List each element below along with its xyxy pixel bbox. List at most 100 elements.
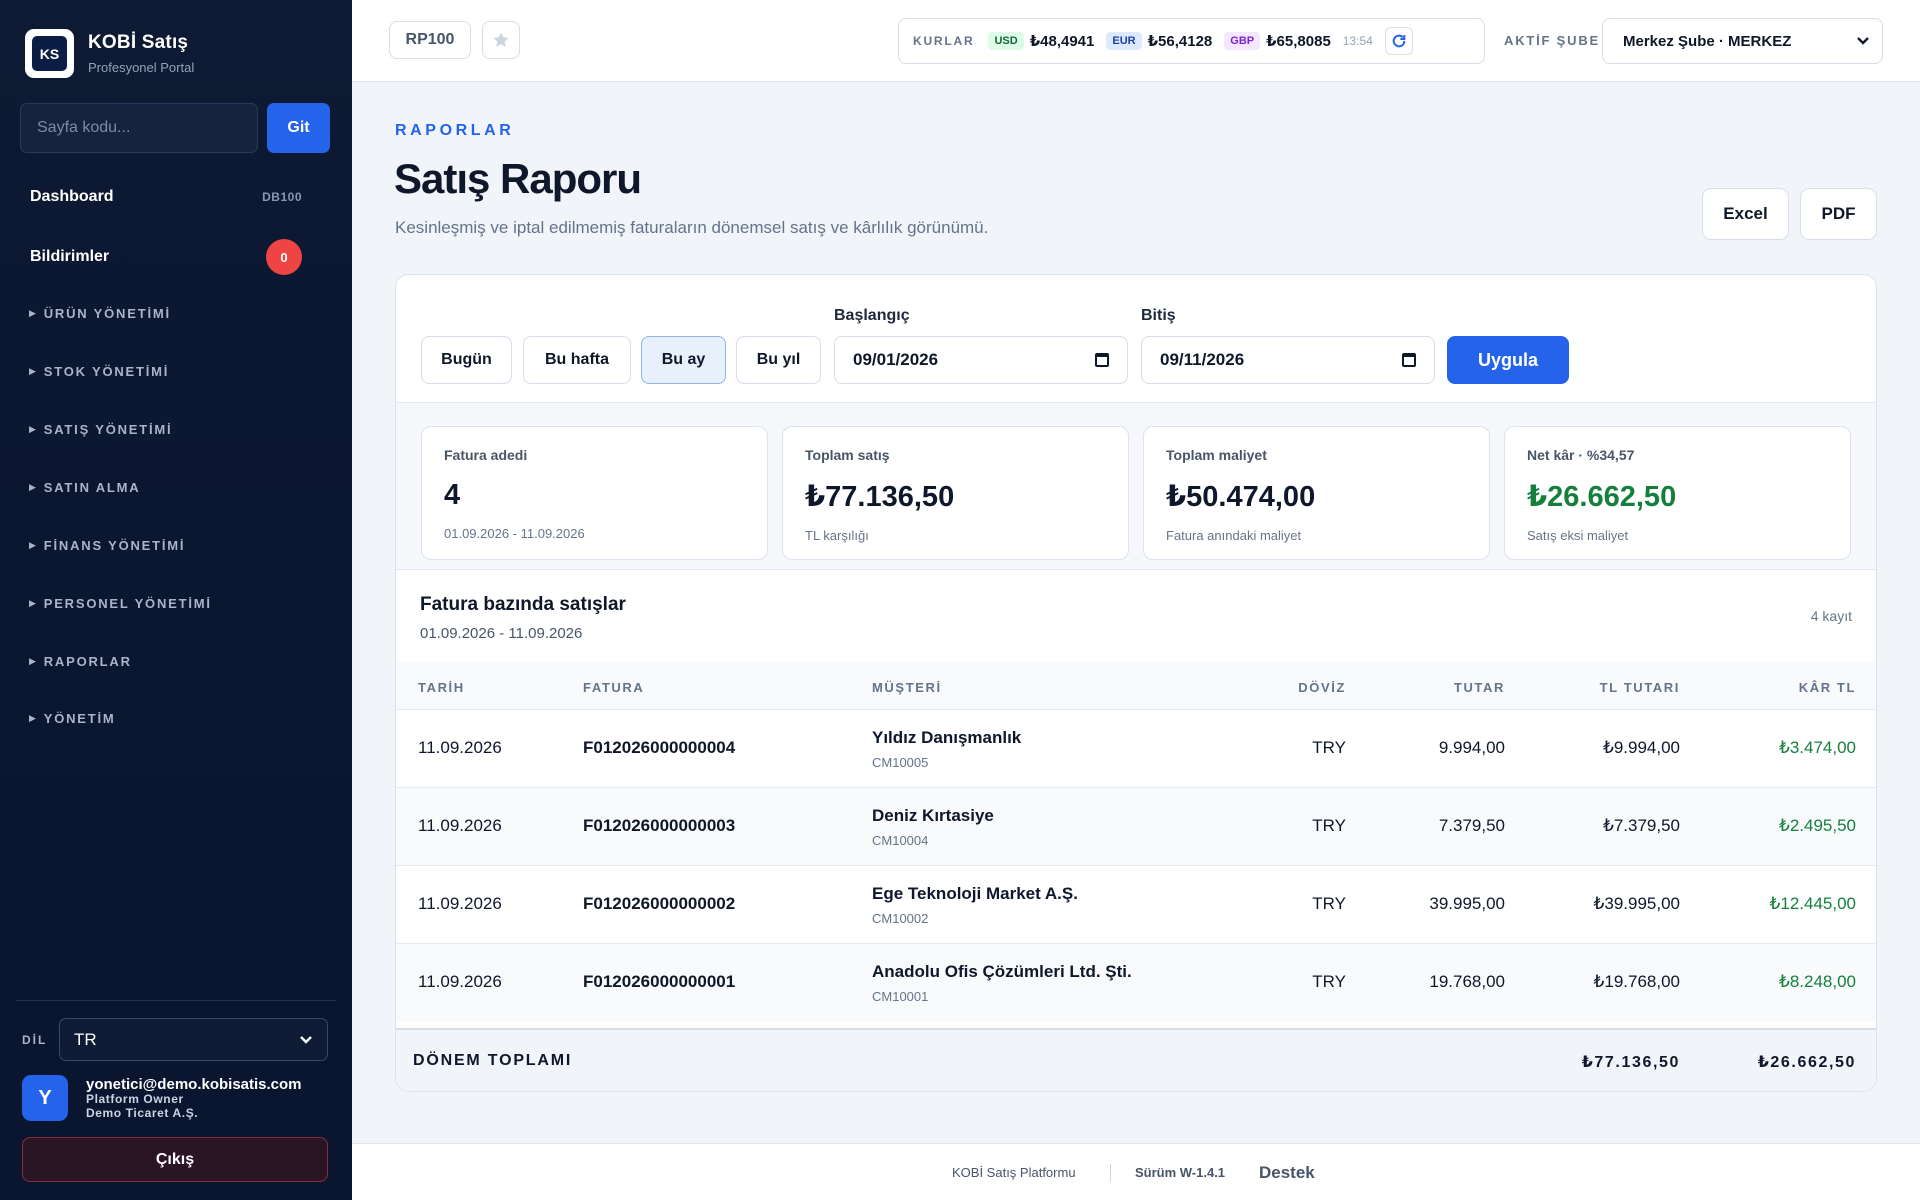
- sidebar: KS KOBİ Satış Profesyonel Portal Git Das…: [0, 0, 352, 1200]
- calendar-icon[interactable]: [1095, 353, 1109, 367]
- cell-currency: TRY: [1312, 894, 1346, 913]
- filter-year-button[interactable]: Bu yıl: [736, 336, 821, 384]
- calendar-icon[interactable]: [1402, 353, 1416, 367]
- column-header-currency[interactable]: DÖVİZ: [1298, 680, 1346, 695]
- favorite-button[interactable]: [482, 21, 520, 59]
- rates-time: 13:54: [1342, 34, 1373, 48]
- usd-rate: ₺48,4941: [1029, 33, 1095, 50]
- language-select[interactable]: TR: [59, 1018, 328, 1061]
- column-header-invoice[interactable]: FATURA: [583, 680, 644, 695]
- end-date-label: Bitiş: [1141, 307, 1176, 324]
- end-date-input[interactable]: 09/11/2026: [1141, 336, 1435, 384]
- filter-today-button[interactable]: Bugün: [421, 336, 512, 384]
- cell-amount: 19.768,00: [1429, 972, 1505, 991]
- cell-customer-name: Anadolu Ofis Çözümleri Ltd. Şti.: [872, 962, 1132, 981]
- table-header-area: Fatura bazında satışlar 01.09.2026 - 11.…: [396, 570, 1876, 662]
- nav-group-satis[interactable]: ▶ SATIŞ YÖNETİMİ: [29, 422, 172, 437]
- start-date-input[interactable]: 09/01/2026: [834, 336, 1128, 384]
- nav-group-personel[interactable]: ▶ PERSONEL YÖNETİMİ: [29, 596, 212, 611]
- cell-invoice[interactable]: F012026000000004: [583, 738, 735, 758]
- cell-profit: ₺3.474,00: [1779, 738, 1856, 757]
- pdf-export-button[interactable]: PDF: [1800, 188, 1877, 240]
- cell-customer-code: CM10004: [872, 833, 929, 848]
- column-header-amount[interactable]: TUTAR: [1454, 680, 1505, 695]
- table-row[interactable]: 11.09.2026 F012026000000003 Deniz Kırtas…: [396, 788, 1876, 866]
- brand[interactable]: KS KOBİ Satış Profesyonel Portal: [25, 29, 194, 78]
- column-header-tl-amount[interactable]: TL TUTARI: [1600, 680, 1680, 695]
- chevron-down-icon: [300, 1035, 312, 1044]
- nav-group-urun[interactable]: ▶ ÜRÜN YÖNETİMİ: [29, 306, 171, 321]
- cell-tl-amount: ₺19.768,00: [1593, 972, 1680, 991]
- table-row[interactable]: 11.09.2026 F012026000000001 Anadolu Ofis…: [396, 944, 1876, 1022]
- language-label: DİL: [22, 1032, 48, 1047]
- eur-tag: EUR: [1106, 32, 1142, 50]
- filter-week-button[interactable]: Bu hafta: [523, 336, 631, 384]
- chevron-down-icon: [1857, 37, 1869, 45]
- cell-currency: TRY: [1312, 816, 1346, 835]
- brand-title: KOBİ Satış: [88, 32, 189, 53]
- period-total-tl: ₺77.136,50: [1581, 1054, 1680, 1071]
- report-card: Bugün Bu hafta Bu ay Bu yıl Başlangıç 09…: [395, 274, 1877, 1092]
- cell-invoice[interactable]: F012026000000001: [583, 972, 735, 992]
- cell-tl-amount: ₺39.995,00: [1593, 894, 1680, 913]
- cell-amount: 9.994,00: [1438, 738, 1505, 757]
- excel-export-button[interactable]: Excel: [1702, 188, 1789, 240]
- caret-right-icon: ▶: [29, 713, 38, 723]
- apply-button[interactable]: Uygula: [1447, 336, 1569, 384]
- cell-date: 11.09.2026: [418, 972, 502, 991]
- nav-group-satin-alma[interactable]: ▶ SATIN ALMA: [29, 480, 140, 495]
- refresh-rates-button[interactable]: [1384, 27, 1413, 55]
- caret-right-icon: ▶: [29, 308, 38, 318]
- refresh-icon: [1392, 34, 1406, 48]
- nav-group-raporlar[interactable]: ▶ RAPORLAR: [29, 654, 132, 669]
- exchange-rates: KURLAR USD ₺48,4941 EUR ₺56,4128 GBP ₺65…: [898, 18, 1485, 64]
- nav-group-label: FİNANS YÖNETİMİ: [43, 538, 186, 553]
- cell-customer-name: Ege Teknoloji Market A.Ş.: [872, 884, 1078, 903]
- filter-bar: Bugün Bu hafta Bu ay Bu yıl Başlangıç 09…: [396, 275, 1876, 403]
- kpi-total-sales: Toplam satış ₺77.136,50 TL karşılığı: [782, 426, 1129, 560]
- user-email: yonetici@demo.kobisatis.com: [86, 1075, 302, 1093]
- branch-select[interactable]: Merkez Şube · MERKEZ: [1602, 18, 1883, 64]
- footer-support-link[interactable]: Destek: [1259, 1163, 1315, 1183]
- nav-group-label: YÖNETİM: [43, 711, 116, 726]
- nav-group-yonetim[interactable]: ▶ YÖNETİM: [29, 711, 116, 726]
- logout-button[interactable]: Çıkış: [22, 1137, 328, 1182]
- section-eyebrow: RAPORLAR: [395, 122, 515, 139]
- cell-invoice[interactable]: F012026000000003: [583, 816, 735, 836]
- page-code-chip[interactable]: RP100: [389, 21, 471, 59]
- cell-amount: 39.995,00: [1429, 894, 1505, 913]
- caret-right-icon: ▶: [29, 482, 38, 492]
- column-header-profit[interactable]: KÂR TL: [1799, 680, 1856, 695]
- table-row[interactable]: 11.09.2026 F012026000000002 Ege Teknoloj…: [396, 866, 1876, 944]
- footer-version: Sürüm W-1.4.1: [1135, 1165, 1226, 1180]
- kpi-subtext: Fatura anındaki maliyet: [1166, 528, 1302, 543]
- kpi-subtext: Satış eksi maliyet: [1527, 528, 1629, 543]
- cell-invoice[interactable]: F012026000000002: [583, 894, 735, 914]
- kpi-label: Toplam maliyet: [1166, 447, 1267, 463]
- nav-dashboard[interactable]: Dashboard DB100: [30, 188, 302, 206]
- gbp-tag: GBP: [1224, 32, 1261, 50]
- end-date-value: 09/11/2026: [1160, 350, 1245, 369]
- nav-group-label: RAPORLAR: [43, 654, 132, 669]
- column-header-date[interactable]: TARİH: [418, 680, 465, 695]
- cell-date: 11.09.2026: [418, 738, 502, 757]
- kpi-value: 4: [444, 479, 461, 511]
- nav-group-finans[interactable]: ▶ FİNANS YÖNETİMİ: [29, 538, 185, 553]
- period-total-row: DÖNEM TOPLAMI ₺77.136,50 ₺26.662,50: [396, 1028, 1876, 1091]
- footer-platform: KOBİ Satış Platformu: [952, 1165, 1076, 1180]
- cell-customer-name: Deniz Kırtasiye: [872, 806, 994, 825]
- kpi-net-profit: Net kâr · %34,57 ₺26.662,50 Satış eksi m…: [1504, 426, 1851, 560]
- star-icon: [493, 32, 509, 47]
- filter-month-button[interactable]: Bu ay: [641, 336, 726, 384]
- column-header-customer[interactable]: MÜŞTERİ: [872, 680, 942, 695]
- cell-profit: ₺2.495,50: [1779, 816, 1856, 835]
- cell-profit: ₺12.445,00: [1769, 894, 1856, 913]
- go-button[interactable]: Git: [267, 103, 330, 153]
- table-row[interactable]: 11.09.2026 F012026000000004 Yıldız Danış…: [396, 710, 1876, 788]
- logo-mark: KS: [32, 36, 67, 71]
- nav-notifications[interactable]: Bildirimler 0: [30, 239, 302, 275]
- logo: KS: [25, 29, 74, 78]
- cell-date: 11.09.2026: [418, 816, 502, 835]
- page-code-input[interactable]: [20, 103, 258, 153]
- nav-group-stok[interactable]: ▶ STOK YÖNETİMİ: [29, 364, 169, 379]
